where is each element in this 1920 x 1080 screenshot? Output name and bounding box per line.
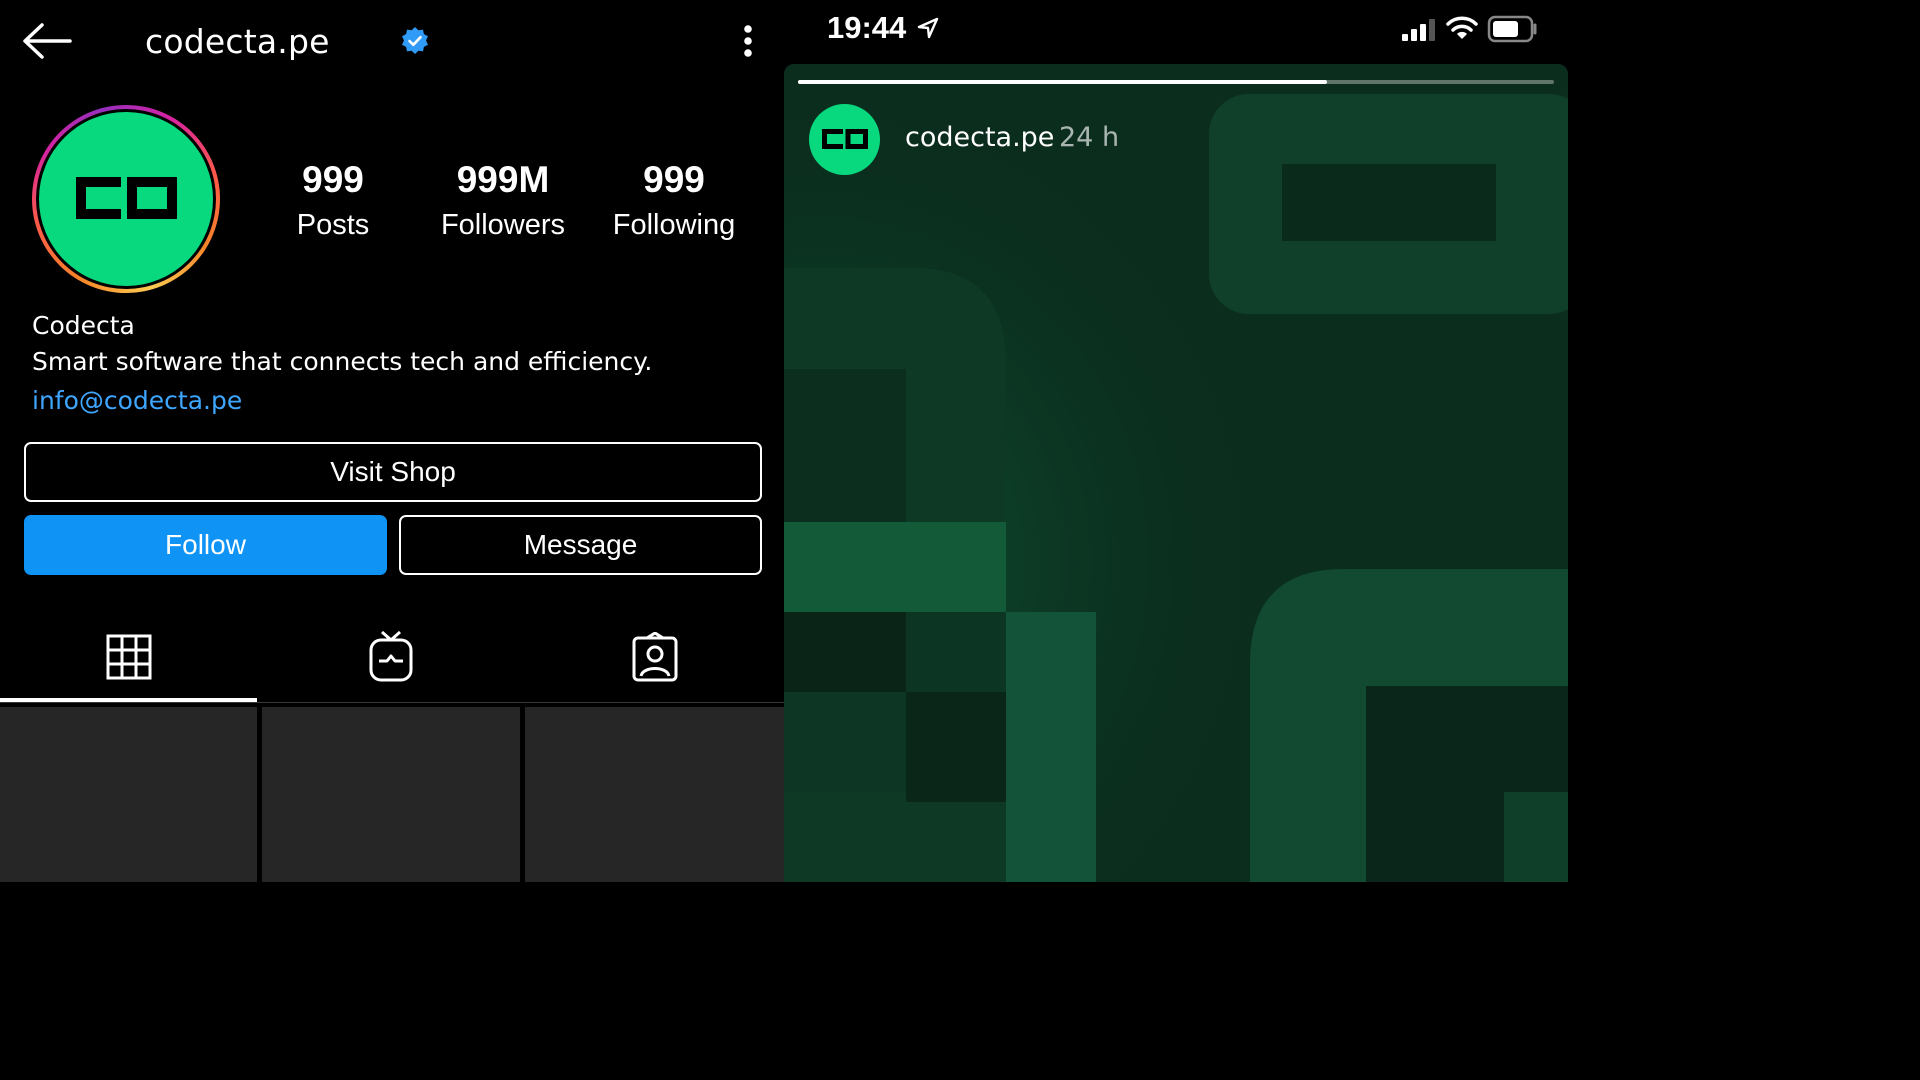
message-button[interactable]: Message [399, 515, 762, 575]
profile-panel: codecta.pe 999 Posts 999M Followers 999 … [0, 0, 784, 882]
stat-posts[interactable]: 999 Posts [248, 155, 418, 245]
post-thumbnail[interactable] [525, 707, 784, 882]
tab-igtv[interactable] [257, 612, 525, 702]
verified-badge-icon [402, 27, 428, 54]
email-link[interactable]: info@codecta.pe [32, 384, 242, 418]
posts-count: 999 [302, 159, 364, 200]
codecta-logo [822, 129, 868, 149]
profile-avatar[interactable] [32, 105, 220, 293]
story-progress-fill [798, 80, 1328, 84]
location-arrow-icon [917, 17, 939, 39]
wifi-icon [1446, 16, 1478, 39]
stat-followers[interactable]: 999M Followers [418, 155, 588, 245]
post-thumbnail[interactable] [262, 707, 520, 882]
story-panel: 19:44 codecta.pe 24 h [784, 0, 1568, 882]
story-progress-bar[interactable] [798, 80, 1554, 84]
stat-following[interactable]: 999 Following [589, 155, 759, 245]
back-arrow-icon[interactable] [20, 20, 74, 62]
story-background-graphic [784, 64, 1568, 882]
header-username: codecta.pe [145, 22, 330, 61]
story-timestamp: 24 h [1059, 122, 1120, 153]
story-content[interactable]: codecta.pe 24 h [784, 64, 1568, 882]
status-time: 19:44 [827, 10, 907, 45]
story-avatar[interactable] [809, 104, 880, 175]
following-label: Following [612, 209, 736, 241]
cellular-signal-icon [1402, 19, 1435, 41]
followers-count: 999M [456, 159, 550, 200]
tagged-icon [632, 632, 677, 682]
tab-divider [0, 702, 784, 703]
posts-grid-icon [106, 634, 151, 680]
display-name: Codecta [32, 311, 135, 340]
following-count: 999 [643, 159, 705, 200]
codecta-logo [39, 112, 213, 286]
bio-text: Smart software that connects tech and ef… [32, 347, 653, 376]
igtv-icon [369, 630, 413, 682]
tab-tagged[interactable] [525, 612, 784, 702]
story-username[interactable]: codecta.pe [905, 120, 1054, 156]
battery-icon [1487, 15, 1537, 43]
visit-shop-button[interactable]: Visit Shop [24, 442, 762, 502]
follow-button[interactable]: Follow [24, 515, 387, 575]
tab-posts[interactable] [0, 612, 257, 702]
posts-label: Posts [296, 209, 370, 241]
post-thumbnail[interactable] [0, 707, 257, 882]
followers-label: Followers [440, 209, 566, 241]
more-options-icon[interactable] [730, 20, 766, 62]
